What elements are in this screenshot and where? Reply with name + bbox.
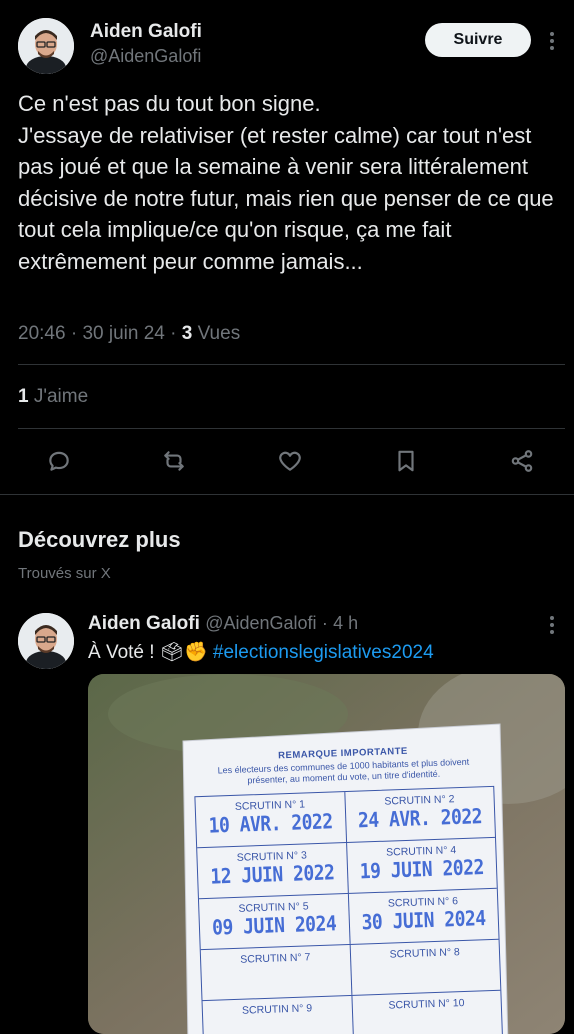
card-cell: SCRUTIN N° 6 30 JUIN 2024 — [348, 889, 498, 944]
divider — [18, 428, 565, 429]
related-tweet-header: Aiden Galofi @AidenGalofi · 4 h — [88, 613, 359, 634]
related-tweet-text: À Voté ! 🗳✊ #electionslegislatives2024 — [88, 642, 434, 663]
tweet-time[interactable]: 20:46 — [18, 323, 66, 344]
card-cell: SCRUTIN N° 3 12 JUIN 2022 — [197, 843, 349, 899]
card-cell: SCRUTIN N° 8 — [350, 940, 500, 995]
discover-title: Découvrez plus — [18, 527, 181, 552]
author-avatar[interactable] — [18, 18, 74, 74]
tweet-photo[interactable]: REMARQUE IMPORTANTE Les électeurs des co… — [88, 674, 565, 1034]
card-row: SCRUTIN N° 1 10 AVR. 2022 SCRUTIN N° 2 24 A… — [195, 787, 495, 848]
vote-stamp: 24 AVR. 2022 — [357, 804, 483, 834]
related-author-avatar[interactable] — [18, 613, 74, 669]
scrutin-label: SCRUTIN N° 10 — [388, 997, 465, 1012]
card-cell: SCRUTIN N° 10 — [352, 991, 502, 1034]
likes-summary[interactable]: 1 J'aime — [18, 386, 88, 408]
more-options-icon[interactable] — [550, 32, 554, 50]
likes-count: 1 — [18, 386, 29, 407]
card-grid: SCRUTIN N° 1 10 AVR. 2022 SCRUTIN N° 2 24 A… — [194, 785, 504, 1034]
likes-label: J'aime — [33, 386, 89, 407]
avatar-portrait-icon — [18, 613, 74, 669]
card-cell: SCRUTIN N° 9 — [202, 995, 354, 1034]
card-cell: SCRUTIN N° 4 19 JUIN 2022 — [347, 838, 497, 893]
author-handle[interactable]: @AidenGalofi — [90, 46, 201, 67]
hashtag-link[interactable]: #electionslegislatives2024 — [213, 642, 434, 663]
author-name[interactable]: Aiden Galofi — [90, 21, 202, 43]
follow-button[interactable]: Suivre — [425, 23, 531, 57]
card-cell: SCRUTIN N° 2 24 AVR. 2022 — [345, 787, 495, 842]
related-author-handle[interactable]: @AidenGalofi — [205, 613, 316, 633]
like-icon[interactable] — [275, 446, 305, 476]
vote-stamp: 12 JUIN 2022 — [210, 860, 335, 890]
related-tweet-age[interactable]: 4 h — [333, 613, 358, 633]
tweet-text: Ce n'est pas du tout bon signe. J'essaye… — [18, 91, 554, 274]
card-cell: SCRUTIN N° 7 — [200, 944, 352, 1001]
ballot-fist-emoji: 🗳✊ — [159, 642, 208, 663]
views-label: Vues — [197, 323, 241, 344]
voter-card: REMARQUE IMPORTANTE Les électeurs des co… — [193, 743, 504, 1034]
card-cell: SCRUTIN N° 5 09 JUIN 2024 — [198, 893, 351, 950]
tweet-meta: 20:46 · 30 juin 24 · 3 Vues — [18, 323, 241, 344]
discover-subtitle: Trouvés sur X — [18, 565, 111, 582]
retweet-icon[interactable] — [159, 446, 189, 476]
divider — [0, 494, 574, 495]
card-row: SCRUTIN N° 7 SCRUTIN N° 8 — [200, 938, 501, 1001]
divider — [18, 364, 565, 365]
card-row: SCRUTIN N° 5 09 JUIN 2024 SCRUTIN N° 6 30 J… — [198, 887, 499, 950]
vote-stamp: 10 AVR. 2022 — [208, 809, 334, 839]
vote-stamp: 30 JUIN 2024 — [361, 906, 487, 936]
scrutin-label: SCRUTIN N° 8 — [389, 946, 460, 961]
more-options-icon[interactable] — [550, 616, 554, 634]
scrutin-label: SCRUTIN N° 7 — [240, 951, 311, 966]
vote-stamp: 19 JUIN 2022 — [359, 855, 485, 885]
views-count: 3 — [181, 323, 193, 344]
related-author-name[interactable]: Aiden Galofi — [88, 613, 200, 634]
card-row: SCRUTIN N° 3 12 JUIN 2022 SCRUTIN N° 4 19 J… — [197, 836, 497, 899]
tweet-date[interactable]: 30 juin 24 — [82, 323, 164, 344]
reply-icon[interactable] — [44, 446, 74, 476]
avatar-portrait-icon — [18, 18, 74, 74]
bookmark-icon[interactable] — [391, 446, 421, 476]
share-icon[interactable] — [507, 446, 537, 476]
vote-stamp: 09 JUIN 2024 — [211, 911, 337, 941]
scrutin-label: SCRUTIN N° 9 — [241, 1002, 313, 1017]
card-cell: SCRUTIN N° 1 10 AVR. 2022 — [195, 792, 347, 848]
